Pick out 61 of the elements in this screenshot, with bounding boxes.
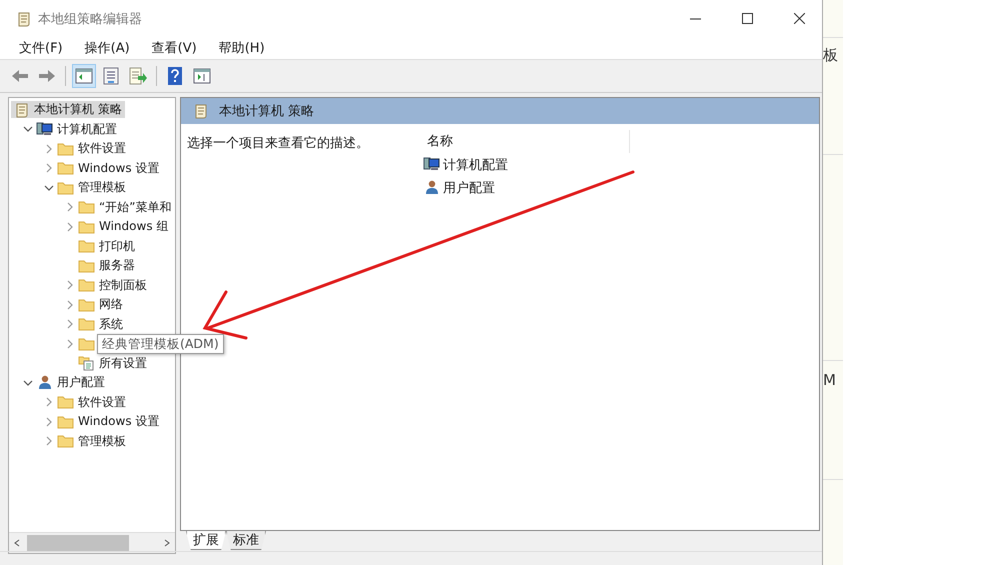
scroll-right-icon[interactable] — [164, 539, 170, 547]
folder-icon — [57, 395, 74, 410]
folder-icon — [57, 434, 74, 448]
tree-item[interactable]: 所有设置 — [75, 354, 150, 372]
maximize-icon[interactable] — [742, 13, 752, 24]
column-header[interactable]: 名称 — [415, 130, 630, 153]
tree-item[interactable]: 控制面板 — [75, 276, 150, 294]
background-text: 板 — [823, 46, 838, 64]
tooltip: 经典管理模板(ADM) — [97, 334, 224, 354]
menu-item[interactable]: 查看(V) — [144, 39, 204, 57]
pane-title: 本地计算机 策略 — [219, 103, 314, 120]
tree-item[interactable]: 软件设置 — [54, 394, 129, 411]
tree-item[interactable]: 用户配置 — [33, 374, 108, 392]
background-text: M — [823, 371, 836, 389]
tree-item[interactable]: 管理模板 — [54, 179, 129, 196]
tree-item[interactable]: Windows 组 — [75, 218, 172, 236]
folder-icon — [57, 180, 74, 195]
tree-item[interactable]: 管理模板 — [54, 432, 129, 450]
user-icon — [36, 375, 53, 390]
folder-icon — [57, 414, 74, 429]
tree-item[interactable]: 软件设置 — [54, 140, 129, 158]
folder-icon — [78, 220, 95, 234]
scroll-icon — [16, 10, 32, 26]
menu-item[interactable]: 操作(A) — [78, 39, 137, 57]
tree-item[interactable]: 本地计算机 策略 — [11, 101, 125, 118]
description-text: 选择一个项目来查看它的描述。 — [187, 136, 369, 151]
folder-icon — [78, 239, 95, 254]
scroll-icon — [14, 102, 30, 118]
pane-toggle-icon[interactable] — [72, 64, 96, 88]
folder-icon — [57, 142, 74, 156]
folder-icon — [78, 317, 95, 332]
horizontal-scrollbar[interactable] — [9, 532, 175, 553]
list-item[interactable]: 用户配置 — [415, 176, 819, 199]
tree-item[interactable]: Windows 设置 — [54, 413, 162, 430]
folder-icon — [78, 200, 95, 214]
folder-icon — [78, 336, 95, 351]
window-title: 本地组策略编辑器 — [38, 10, 143, 28]
user-icon — [423, 180, 440, 195]
settings-list-icon — [78, 355, 95, 372]
folder-icon — [78, 298, 95, 312]
view-tab[interactable]: 标准 — [226, 531, 266, 550]
folder-icon — [78, 258, 95, 273]
menu-item[interactable]: 帮助(H) — [212, 39, 272, 57]
view-tab[interactable]: 扩展 — [186, 531, 226, 550]
computer-icon — [423, 157, 440, 172]
minimize-icon[interactable] — [690, 18, 700, 20]
tree-item[interactable]: 计算机配置 — [33, 120, 120, 138]
tree-item[interactable]: Windows 设置 — [54, 160, 162, 177]
tree-item[interactable]: 网络 — [75, 296, 126, 314]
tree-item[interactable]: 打印机 — [75, 238, 138, 255]
folder-icon — [78, 278, 95, 292]
scroll-left-icon[interactable] — [14, 539, 20, 547]
tree-item[interactable]: 系统 — [75, 316, 126, 333]
scroll-icon — [193, 103, 209, 119]
folder-icon — [57, 161, 74, 176]
close-icon[interactable] — [794, 13, 804, 24]
computer-icon — [36, 122, 53, 137]
tree-item[interactable]: 服务器 — [75, 257, 138, 274]
list-item[interactable]: 计算机配置 — [415, 153, 819, 176]
tree-item[interactable]: “开始”菜单和 — [75, 198, 174, 216]
menu-item[interactable]: 文件(F) — [12, 39, 70, 57]
